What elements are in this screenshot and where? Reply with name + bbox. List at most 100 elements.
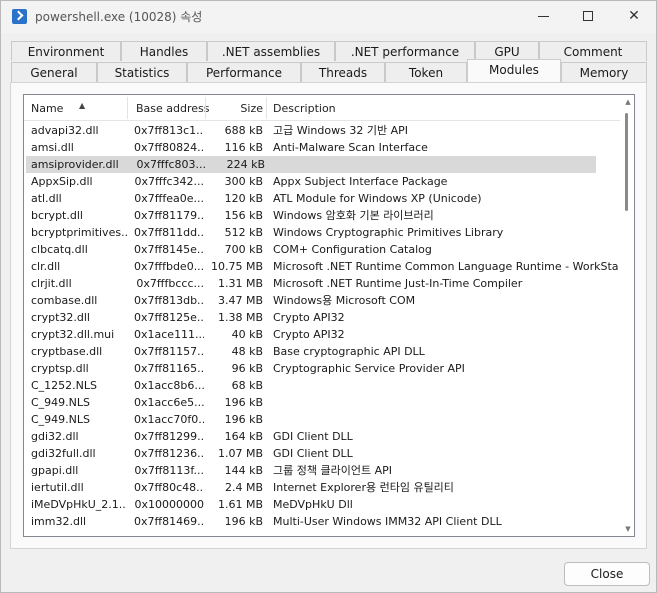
properties-window: powershell.exe (10028) 속성 ✕ Environment …: [0, 0, 657, 593]
tab-modules[interactable]: Modules: [467, 59, 561, 82]
module-size: 40 kB: [231, 328, 263, 341]
module-size: 156 kB: [224, 209, 263, 222]
tab-comment[interactable]: Comment: [539, 41, 647, 61]
table-row[interactable]: gdi32.dll 0x7ff81299... 164 kB GDI Client D…: [24, 428, 620, 445]
tab-performance[interactable]: Performance: [187, 62, 301, 82]
column-header-description[interactable]: Description: [273, 95, 336, 121]
table-row[interactable]: C_949.NLS 0x1acc70f0... 196 kB: [24, 411, 620, 428]
column-header-row: Name ▲ Base address Size Description: [24, 95, 620, 121]
table-row[interactable]: iertutil.dll 0x7ff80c48... 2.4 MB Internet …: [24, 479, 620, 496]
tab-gpu[interactable]: GPU: [475, 41, 539, 61]
module-base-address: 0x7ff80c48...: [134, 481, 204, 494]
module-base-address: 0x7ff81179...: [134, 209, 204, 222]
module-base-address: 0x7ff81299...: [134, 430, 204, 443]
close-window-button[interactable]: ✕: [611, 1, 657, 31]
powershell-icon: [12, 9, 27, 24]
table-row[interactable]: clbcatq.dll 0x7ff8145e... 700 kB COM+ Confi…: [24, 241, 620, 258]
column-divider[interactable]: [205, 97, 206, 119]
table-row[interactable]: cryptbase.dll 0x7ff81157... 48 kB Base cryp…: [24, 343, 620, 360]
tab-handles[interactable]: Handles: [121, 41, 207, 61]
module-description: Cryptographic Service Provider API: [273, 362, 465, 375]
table-row[interactable]: clrjit.dll 0x7fffbccc... 1.31 MB Microsoft …: [24, 275, 620, 292]
tab-net-assemblies[interactable]: .NET assemblies: [207, 41, 335, 61]
module-description: Anti-Malware Scan Interface: [273, 141, 428, 154]
tab-threads[interactable]: Threads: [301, 62, 385, 82]
tab-environment[interactable]: Environment: [11, 41, 121, 61]
table-row[interactable]: amsi.dll 0x7ff80824... 116 kB Anti-Malware …: [24, 139, 620, 156]
column-header-name[interactable]: Name ▲: [31, 95, 85, 121]
module-base-address: 0x7fffc803...: [136, 158, 207, 171]
table-row[interactable]: advapi32.dll 0x7ff813c1... 688 kB 고급 Window…: [24, 122, 620, 139]
module-name: C_1252.NLS: [31, 379, 98, 392]
modules-list[interactable]: Name ▲ Base address Size Description adv…: [23, 94, 635, 537]
module-base-address: 0x7ff81236...: [134, 447, 204, 460]
module-size: 512 kB: [224, 226, 263, 239]
table-row[interactable]: amsiprovider.dll 0x7fffc803... 224 kB: [26, 156, 596, 173]
module-name: cryptsp.dll: [31, 362, 89, 375]
maximize-icon: [583, 11, 593, 21]
table-row[interactable]: crypt32.dll 0x7ff8125e... 1.38 MB Crypto AP…: [24, 309, 620, 326]
table-row[interactable]: atl.dll 0x7fffea0e... 120 kB ATL Module for…: [24, 190, 620, 207]
table-row[interactable]: gdi32full.dll 0x7ff81236... 1.07 MB GDI Cli…: [24, 445, 620, 462]
module-size: 10.75 MB: [210, 260, 263, 273]
tab-token[interactable]: Token: [385, 62, 467, 82]
column-divider[interactable]: [127, 97, 128, 119]
table-row[interactable]: clr.dll 0x7fffbde0... 10.75 MB Microsoft .N…: [24, 258, 620, 275]
module-size: 1.61 MB: [217, 498, 263, 511]
table-row[interactable]: AppxSip.dll 0x7fffc342... 300 kB Appx Subje…: [24, 173, 620, 190]
maximize-button[interactable]: [565, 1, 611, 31]
table-row[interactable]: bcrypt.dll 0x7ff81179... 156 kB Windows 암호화…: [24, 207, 620, 224]
module-description: GDI Client DLL: [273, 447, 353, 460]
scrollbar-thumb[interactable]: [625, 113, 628, 211]
scroll-up-icon[interactable]: ▲: [624, 98, 632, 106]
minimize-button[interactable]: [520, 1, 566, 31]
module-base-address: 0x1acc8b6...: [134, 379, 204, 392]
module-base-address: 0x7ff813db...: [134, 294, 204, 307]
module-name: amsi.dll: [31, 141, 74, 154]
module-description: Microsoft .NET Runtime Just-In-Time Comp…: [273, 277, 523, 290]
table-row[interactable]: gpapi.dll 0x7ff8113f... 144 kB 그룹 정책 클라이언트 …: [24, 462, 620, 479]
table-row[interactable]: C_949.NLS 0x1acc6e5... 196 kB: [24, 394, 620, 411]
module-size: 120 kB: [224, 192, 263, 205]
title-bar[interactable]: powershell.exe (10028) 속성 ✕: [1, 1, 656, 33]
tab-general[interactable]: General: [11, 62, 97, 82]
module-name: bcrypt.dll: [31, 209, 83, 222]
tab-memory[interactable]: Memory: [561, 62, 647, 82]
module-name: clbcatq.dll: [31, 243, 88, 256]
table-row[interactable]: iMeDVpHkU_2.1... 0x10000000 1.61 MB MeDVpHk…: [24, 496, 620, 513]
table-row[interactable]: C_1252.NLS 0x1acc8b6... 68 kB: [24, 377, 620, 394]
module-description: Internet Explorer용 런타임 유틸리티: [273, 481, 454, 494]
module-base-address: 0x1acc70f0...: [134, 413, 204, 426]
table-row[interactable]: cryptsp.dll 0x7ff81165... 96 kB Cryptograph…: [24, 360, 620, 377]
tab-net-performance[interactable]: .NET performance: [335, 41, 475, 61]
module-size: 1.07 MB: [217, 447, 263, 460]
module-base-address: 0x7fffbccc...: [136, 277, 204, 290]
module-size: 144 kB: [224, 464, 263, 477]
table-row[interactable]: crypt32.dll.mui 0x1ace111... 40 kB Crypto A…: [24, 326, 620, 343]
close-button[interactable]: Close: [564, 562, 650, 586]
module-base-address: 0x7ff811dd...: [134, 226, 204, 239]
module-name: iertutil.dll: [31, 481, 84, 494]
module-size: 196 kB: [224, 413, 263, 426]
module-description: Base cryptographic API DLL: [273, 345, 425, 358]
module-name: gpapi.dll: [31, 464, 79, 477]
table-row[interactable]: bcryptprimitives... 0x7ff811dd... 512 kB Wi…: [24, 224, 620, 241]
module-name: clrjit.dll: [31, 277, 72, 290]
column-header-size[interactable]: Size: [207, 95, 263, 121]
table-row[interactable]: combase.dll 0x7ff813db... 3.47 MB Windows용 …: [24, 292, 620, 309]
minimize-icon: [537, 15, 549, 17]
module-description: [275, 156, 620, 173]
module-base-address: 0x7ff813c1...: [134, 124, 204, 137]
module-size: 68 kB: [231, 379, 263, 392]
table-row[interactable]: imm32.dll 0x7ff81469... 196 kB Multi-User W…: [24, 513, 620, 530]
column-divider[interactable]: [266, 97, 267, 119]
module-description: GDI Client DLL: [273, 430, 353, 443]
module-name: atl.dll: [31, 192, 62, 205]
tab-statistics[interactable]: Statistics: [97, 62, 187, 82]
module-description: COM+ Configuration Catalog: [273, 243, 432, 256]
vertical-scrollbar[interactable]: ▲ ▼: [622, 95, 634, 536]
column-header-base-address[interactable]: Base address: [136, 95, 210, 121]
scroll-down-icon[interactable]: ▼: [624, 525, 632, 533]
module-description: Windows Cryptographic Primitives Library: [273, 226, 504, 239]
module-size: 3.47 MB: [217, 294, 263, 307]
